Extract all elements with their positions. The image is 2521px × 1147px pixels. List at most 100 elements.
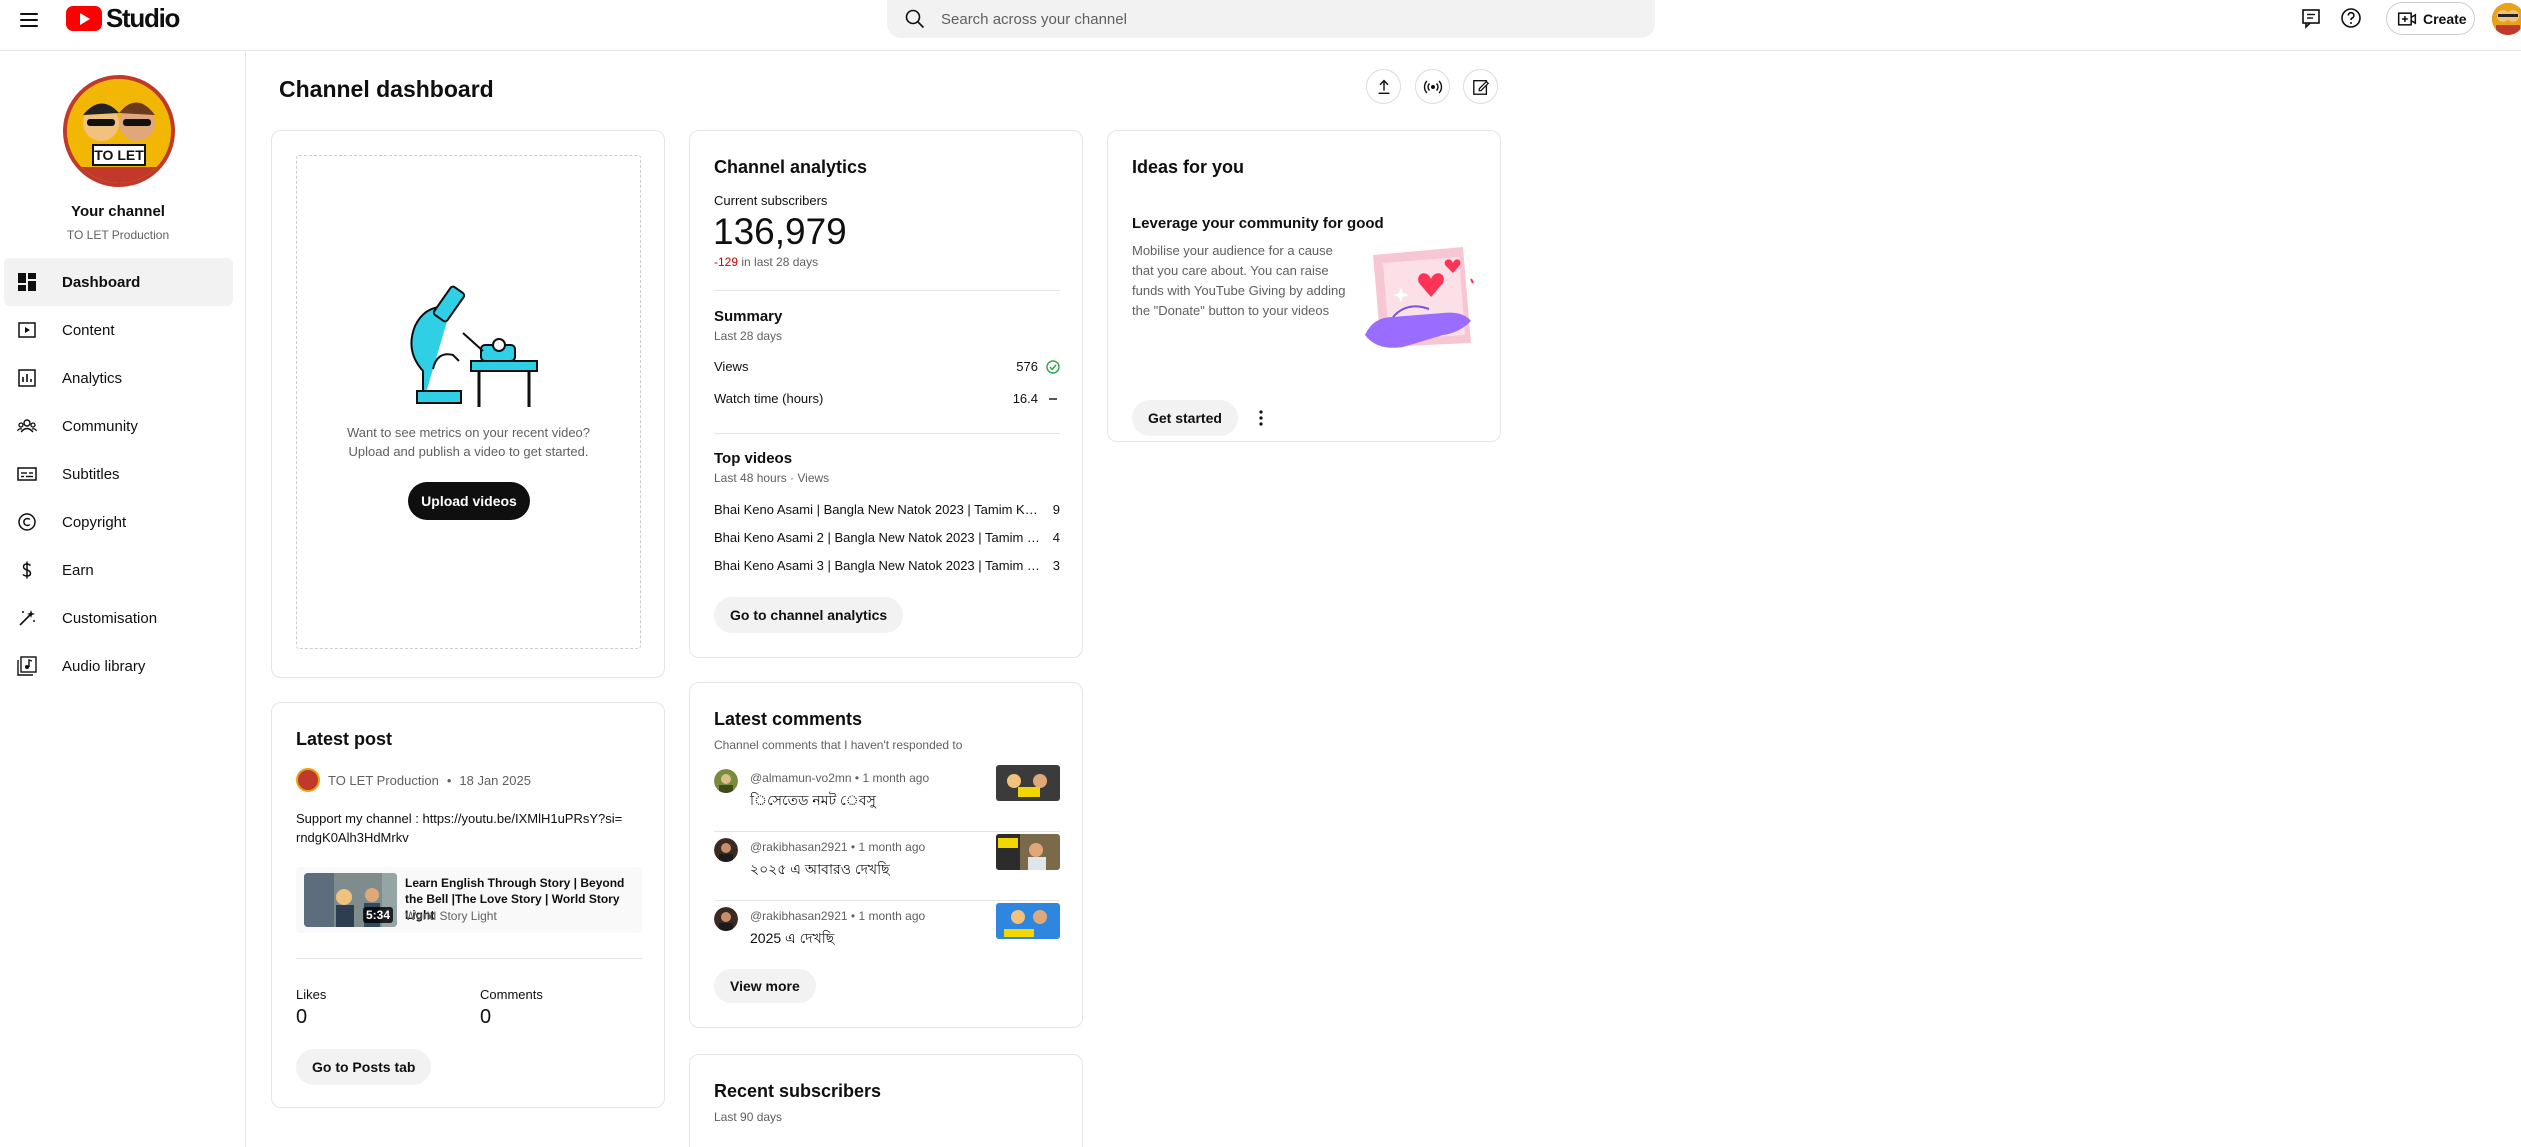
upload-prompt-line2: Upload and publish a video to get starte… [348, 444, 589, 459]
go-to-channel-analytics-button[interactable]: Go to channel analytics [714, 597, 904, 633]
video-thumbnail[interactable]: 5:34 [304, 873, 397, 927]
sidebar-item-label: Audio library [62, 657, 146, 675]
commenter-avatar[interactable] [714, 769, 738, 793]
page-title: Channel dashboard [279, 76, 494, 102]
create-post-button[interactable] [1463, 69, 1498, 104]
dashboard-icon [18, 273, 36, 291]
upload-card: Want to see metrics on your recent video… [271, 130, 665, 678]
comment-video-thumbnail[interactable] [996, 765, 1060, 801]
idea-description: Mobilise your audience for a cause that … [1132, 243, 1346, 318]
post-video-attachment[interactable]: 5:34 Learn English Through Story | Beyon… [296, 867, 642, 933]
help-icon[interactable] [2339, 6, 2363, 30]
subscribers-count: 136,979 [713, 211, 847, 252]
sidebar-item-copyright[interactable]: Copyright [4, 498, 233, 546]
search-input[interactable]: Search across your channel [941, 11, 1127, 28]
upload-illustration [401, 285, 545, 409]
subscribers-delta-period: in last 28 days [738, 255, 819, 269]
comment-text: িসেতেড নমট েবসু [750, 792, 876, 808]
comment-author[interactable]: @almamun-vo2mn [750, 771, 852, 785]
comment-meta: @rakibhasan2921 • 1 month ago [750, 909, 926, 923]
content-icon [18, 322, 36, 338]
top-video-row[interactable]: Bhai Keno Asami 3 | Bangla New Natok 202… [714, 558, 1060, 573]
audio-library-icon [17, 656, 37, 676]
comment-author[interactable]: @rakibhasan2921 [750, 909, 848, 923]
sidebar-item-subtitles[interactable]: Subtitles [4, 450, 233, 498]
views-label: Views [714, 359, 749, 374]
menu-icon[interactable] [17, 8, 41, 32]
upload-prompt-text: Want to see metrics on your recent video… [272, 423, 664, 461]
comment-text: 2025 এ দেখছি [750, 930, 835, 946]
top-video-row[interactable]: Bhai Keno Asami | Bangla New Natok 2023 … [714, 502, 1060, 517]
comment-video-thumbnail[interactable] [996, 834, 1060, 870]
top-video-title[interactable]: Bhai Keno Asami | Bangla New Natok 2023 … [714, 502, 1045, 517]
sidebar-item-audio-library[interactable]: Audio library [4, 642, 233, 690]
divider [714, 290, 1060, 291]
subscribers-delta-value: -129 [714, 255, 739, 269]
sidebar-item-analytics[interactable]: Analytics [4, 354, 233, 402]
upload-videos-button[interactable] [1366, 69, 1401, 104]
sidebar-item-label: Content [62, 321, 115, 339]
channel-name: TO LET Production [66, 228, 170, 242]
search-bar[interactable]: Search across your channel [887, 0, 1655, 38]
comment-meta: @almamun-vo2mn • 1 month ago [750, 771, 930, 785]
sidebar-item-label: Community [62, 417, 138, 435]
likes-label: Likes [296, 987, 327, 1002]
sidebar-item-customisation[interactable]: Customisation [4, 594, 233, 642]
sidebar-item-label: Subtitles [62, 465, 120, 483]
ideas-card: Ideas for you Leverage your community fo… [1107, 130, 1501, 442]
subscribers-delta: -129 in last 28 days [714, 255, 818, 269]
channel-avatar[interactable]: TO LET [63, 75, 175, 187]
get-started-button[interactable]: Get started [1132, 400, 1238, 436]
recent-subscribers-card: Recent subscribers Last 90 days [689, 1054, 1083, 1147]
account-avatar[interactable] [2492, 3, 2521, 35]
customisation-icon [19, 610, 35, 626]
comment-item[interactable]: @rakibhasan2921 • 1 month ago 2025 এ দেখ… [714, 903, 1060, 959]
comments-label: Comments [480, 987, 543, 1002]
sidebar-item-community[interactable]: Community [4, 402, 233, 450]
view-more-button[interactable]: View more [714, 969, 816, 1003]
comment-item[interactable]: @rakibhasan2921 • 1 month ago ২০২৫ এ আবা… [714, 834, 1060, 890]
dash-icon [1049, 398, 1057, 400]
create-video-icon [2397, 11, 2417, 26]
go-to-posts-tab-button[interactable]: Go to Posts tab [296, 1049, 432, 1085]
commenter-avatar[interactable] [714, 838, 738, 862]
top-videos-period: Last 48 hours · Views [714, 471, 830, 485]
studio-logo[interactable]: Studio [66, 3, 180, 33]
post-text: Support my channel : https://youtu.be/IX… [296, 811, 623, 845]
latest-comments-card: Latest comments Channel comments that I … [689, 682, 1083, 1028]
top-bar: Studio Search across your channel Create [0, 0, 2521, 51]
top-video-title[interactable]: Bhai Keno Asami 2 | Bangla New Natok 202… [714, 530, 1045, 545]
create-button[interactable]: Create [2386, 2, 2475, 35]
top-videos-title: Top videos [714, 450, 793, 467]
recent-subscribers-title: Recent subscribers [714, 1081, 882, 1101]
more-vert-icon[interactable] [1251, 408, 1271, 428]
recent-subscribers-period: Last 90 days [714, 1110, 783, 1124]
upload-icon [1378, 79, 1389, 94]
commenter-avatar[interactable] [714, 907, 738, 931]
post-author: TO LET Production [328, 772, 439, 788]
sidebar-item-earn[interactable]: Earn [4, 546, 233, 594]
sidebar: TO LET Your channel TO LET Production Da… [0, 52, 246, 1147]
sidebar-item-dashboard[interactable]: Dashboard [4, 258, 233, 306]
comment-item[interactable]: @almamun-vo2mn • 1 month ago িসেতেড নমট … [714, 765, 1060, 821]
meta-separator: • [446, 772, 452, 788]
summary-period: Last 28 days [714, 329, 783, 343]
comment-video-thumbnail[interactable] [996, 903, 1060, 939]
earn-icon [22, 561, 32, 579]
comment-author[interactable]: @rakibhasan2921 [750, 840, 848, 854]
divider [714, 900, 1060, 901]
post-date: 18 Jan 2025 [459, 772, 531, 788]
latest-comments-title: Latest comments [714, 709, 863, 729]
top-video-views: 9 [1052, 502, 1060, 517]
upload-videos-cta[interactable]: Upload videos [408, 482, 530, 520]
sidebar-item-content[interactable]: Content [4, 306, 233, 354]
feedback-icon[interactable] [2299, 6, 2323, 30]
top-video-title[interactable]: Bhai Keno Asami 3 | Bangla New Natok 202… [714, 558, 1045, 573]
avatar-logo-text: TO LET [94, 147, 144, 163]
go-live-button[interactable] [1415, 69, 1450, 104]
channel-title[interactable]: Your channel [0, 203, 236, 220]
post-author-avatar [296, 768, 320, 792]
views-row: Views 576 [714, 359, 1060, 374]
top-video-row[interactable]: Bhai Keno Asami 2 | Bangla New Natok 202… [714, 530, 1060, 545]
summary-title: Summary [714, 308, 783, 325]
